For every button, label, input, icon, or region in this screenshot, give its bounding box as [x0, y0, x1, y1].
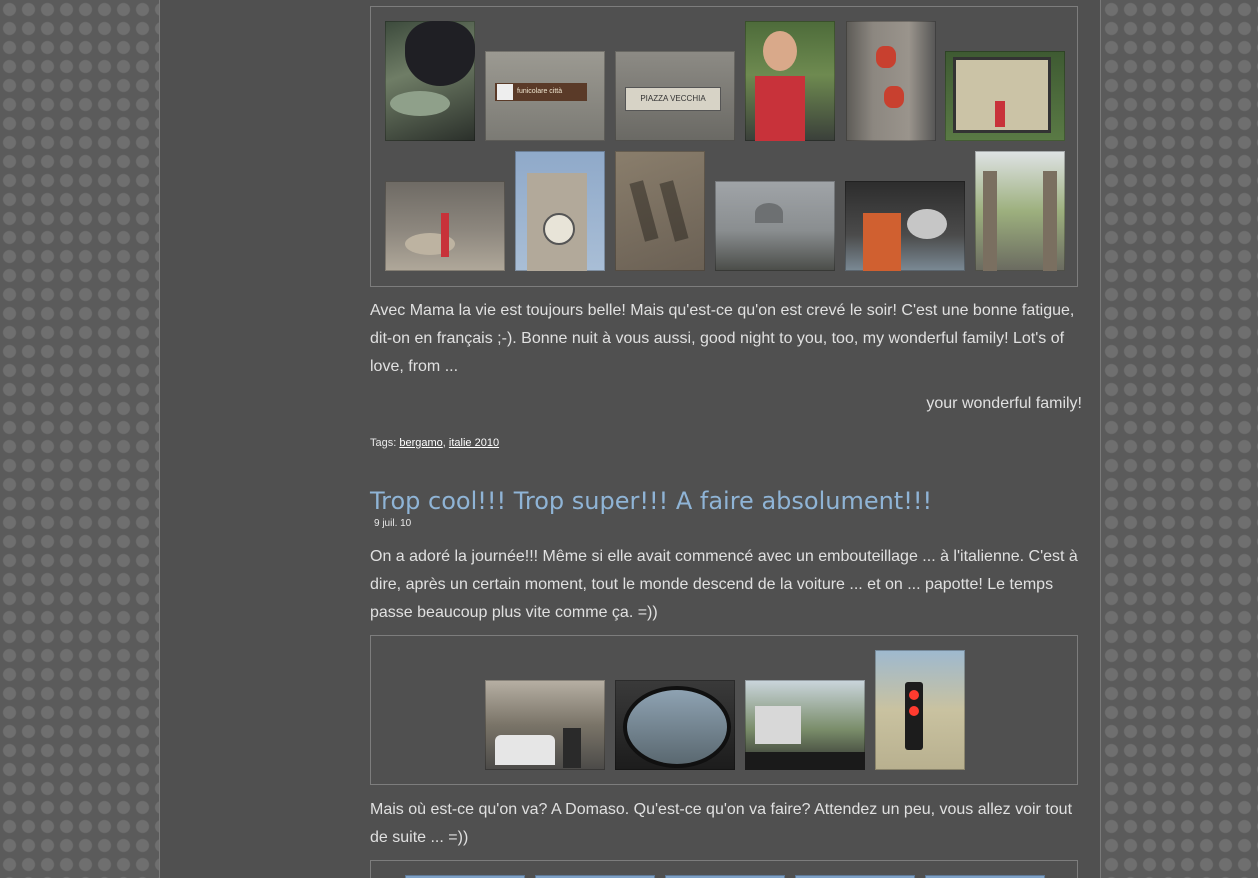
- piazza-sign-text: PIAZZA VECCHIA: [640, 94, 706, 103]
- photo-car-mirror[interactable]: [615, 680, 735, 770]
- photo-gallery-bergamo: funicolare città PIAZZA VECCHIA: [370, 6, 1078, 287]
- post1-paragraph: Avec Mama la vie est toujours belle! Mai…: [370, 302, 1075, 375]
- funicolare-sign-text: funicolare città: [517, 88, 563, 95]
- page-container: funicolare città PIAZZA VECCHIA Avec Mam…: [159, 0, 1101, 878]
- post2-title[interactable]: Trop cool!!! Trop super!!! A faire absol…: [370, 487, 932, 515]
- photo-gate-pillars[interactable]: [975, 151, 1065, 271]
- photo-funicolare-sign[interactable]: funicolare città: [485, 51, 605, 141]
- photo-truck-windshield[interactable]: [745, 680, 865, 770]
- post1-signature: your wonderful family!: [926, 395, 1082, 412]
- post2-date: 9 juil. 10: [374, 518, 412, 529]
- photo-city-view-haze[interactable]: [715, 181, 835, 271]
- photo-piazza-vecchia-sign[interactable]: PIAZZA VECCHIA: [615, 51, 735, 141]
- post2-paragraph-1: On a adoré la journée!!! Même si elle av…: [370, 548, 1078, 621]
- photo-red-traffic-light[interactable]: [875, 650, 965, 770]
- tag-link-italie-2010[interactable]: italie 2010: [449, 437, 499, 449]
- photo-shadows-pavement[interactable]: [615, 151, 705, 271]
- post2-paragraph-2: Mais où est-ce qu'on va? A Domaso. Qu'es…: [370, 801, 1073, 846]
- post1-tags: Tags: bergamo, italie 2010: [370, 437, 499, 449]
- photo-map-board[interactable]: [945, 51, 1065, 141]
- photo-street-traffic[interactable]: [485, 680, 605, 770]
- tags-label: Tags:: [370, 437, 397, 449]
- tag-separator: ,: [442, 437, 446, 449]
- photo-fountain-drink[interactable]: [385, 21, 475, 141]
- photo-gallery-domaso: [370, 860, 1078, 878]
- tag-link-bergamo[interactable]: bergamo: [399, 437, 442, 449]
- photo-kids-car[interactable]: [845, 181, 965, 271]
- photo-fountain-square[interactable]: [385, 181, 505, 271]
- photo-girl-fountain[interactable]: [745, 21, 835, 141]
- photo-gallery-traffic: [370, 635, 1078, 785]
- photo-clock-tower[interactable]: [515, 151, 605, 271]
- photo-red-handprints[interactable]: [846, 21, 936, 141]
